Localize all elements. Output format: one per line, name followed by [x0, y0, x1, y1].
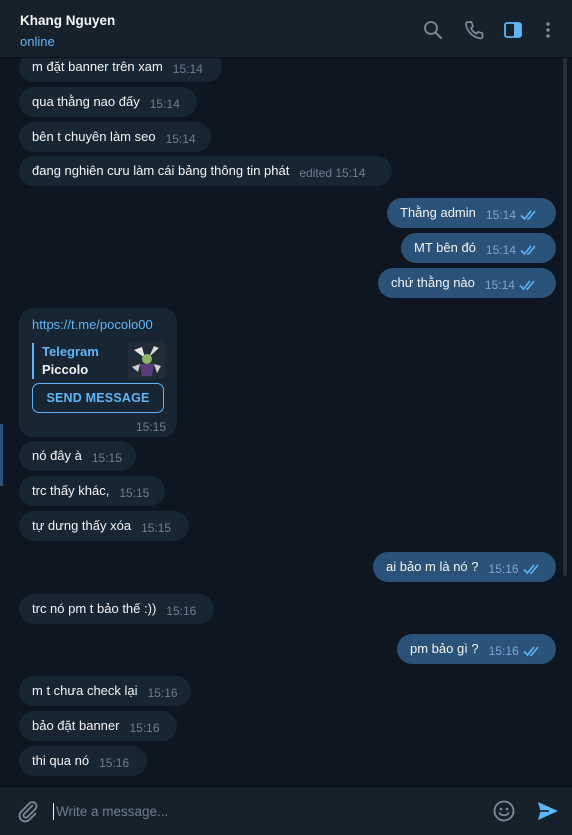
message-text: đang nghiên cưu làm cái bảng thông tin p…: [32, 163, 290, 178]
more-vertical-icon[interactable]: [538, 20, 558, 40]
message-text: bảo đặt banner: [32, 718, 120, 733]
message-text: Thằng admin: [400, 205, 476, 220]
paperclip-icon[interactable]: [16, 799, 40, 823]
message-time: 15:15: [119, 486, 150, 500]
message-time: 15:16: [488, 644, 519, 658]
message-text: chứ thằng nào: [391, 275, 475, 290]
message-list[interactable]: m đặt banner trên xam 15:14 qua thằng nao…: [0, 58, 572, 786]
message-composer: [0, 786, 572, 835]
message-text: qua thằng nao đấy: [32, 94, 140, 109]
preview-site-name: Telegram: [42, 344, 99, 359]
message-time: 15:16: [129, 721, 160, 735]
message-incoming[interactable]: bên t chuyên làm seo 15:14: [19, 122, 211, 152]
message-text: pm bảo gì ?: [410, 641, 479, 656]
send-message-button[interactable]: SEND MESSAGE: [32, 383, 164, 413]
message-incoming[interactable]: đang nghiên cưu làm cái bảng thông tin p…: [19, 156, 392, 186]
scrollbar[interactable]: [563, 58, 567, 576]
message-time: 15:16: [99, 756, 130, 770]
message-incoming[interactable]: qua thằng nao đấy 15:14: [19, 87, 197, 117]
message-time: 15:16: [166, 604, 197, 618]
message-outgoing[interactable]: ai bảo m là nó ? 15:16: [373, 552, 556, 582]
contact-name[interactable]: Khang Nguyen: [20, 13, 115, 28]
message-outgoing[interactable]: chứ thằng nào 15:14: [378, 268, 556, 298]
message-incoming[interactable]: trc thấy khác, 15:15: [19, 476, 165, 506]
message-text: nó đây à: [32, 448, 82, 463]
sidebar-toggle-icon[interactable]: [503, 20, 523, 40]
message-time: 15:16: [147, 686, 178, 700]
double-check-icon: [522, 563, 543, 575]
double-check-icon: [520, 209, 540, 221]
link-preview-message[interactable]: https://t.me/pocolo00 Telegram Piccolo S…: [19, 308, 177, 437]
message-time: 15:16: [488, 562, 519, 576]
message-text: bên t chuyên làm seo: [32, 129, 156, 144]
message-outgoing[interactable]: Thằng admin 15:14: [387, 198, 556, 228]
double-check-icon: [519, 279, 539, 291]
message-time: 15:14: [484, 278, 515, 292]
message-text: m đặt banner trên xam: [32, 59, 163, 74]
selection-indicator: [0, 424, 3, 486]
emoji-icon[interactable]: [492, 799, 516, 823]
message-incoming[interactable]: thi qua nó 15:16: [19, 746, 147, 776]
chat-header: Khang Nguyen online: [0, 0, 572, 58]
message-incoming[interactable]: tự dưng thấy xóa 15:15: [19, 511, 189, 541]
message-time: 15:15: [91, 451, 122, 465]
message-incoming[interactable]: bảo đặt banner 15:16: [19, 711, 177, 741]
message-input[interactable]: [56, 800, 476, 822]
message-time: 15:15: [136, 420, 167, 434]
message-incoming[interactable]: nó đây à 15:15: [19, 441, 136, 471]
message-time: edited 15:14: [299, 166, 366, 180]
message-text: ai bảo m là nó ?: [386, 559, 479, 574]
message-link[interactable]: https://t.me/pocolo00: [32, 317, 153, 332]
message-time: 15:14: [485, 208, 516, 222]
search-icon[interactable]: [423, 20, 443, 40]
preview-title: Piccolo: [42, 362, 89, 377]
double-check-icon: [523, 645, 543, 657]
preview-accent-bar: [32, 343, 34, 379]
message-text: m t chưa check lại: [32, 683, 138, 698]
preview-thumbnail[interactable]: [128, 342, 165, 379]
message-incoming[interactable]: m đặt banner trên xam 15:14: [19, 58, 222, 82]
message-text: trc nó pm t bảo thế :)): [32, 601, 157, 616]
message-time: 15:14: [165, 132, 196, 146]
message-text: MT bên đó: [414, 240, 476, 255]
contact-status: online: [20, 34, 55, 49]
message-time: 15:15: [141, 521, 172, 535]
message-incoming[interactable]: m t chưa check lại 15:16: [19, 676, 191, 706]
message-time: 15:14: [149, 97, 180, 111]
phone-icon[interactable]: [464, 20, 484, 40]
message-outgoing[interactable]: pm bảo gì ? 15:16: [397, 634, 556, 664]
message-text: tự dưng thấy xóa: [32, 518, 132, 533]
text-cursor: [53, 803, 54, 820]
send-icon[interactable]: [536, 799, 560, 823]
message-outgoing[interactable]: MT bên đó 15:14: [401, 233, 556, 263]
message-time: 15:14: [485, 243, 516, 257]
message-text: trc thấy khác,: [32, 483, 110, 498]
message-incoming[interactable]: trc nó pm t bảo thế :)) 15:16: [19, 594, 214, 624]
message-text: thi qua nó: [32, 753, 90, 768]
double-check-icon: [520, 244, 540, 256]
message-time: 15:14: [172, 62, 203, 76]
